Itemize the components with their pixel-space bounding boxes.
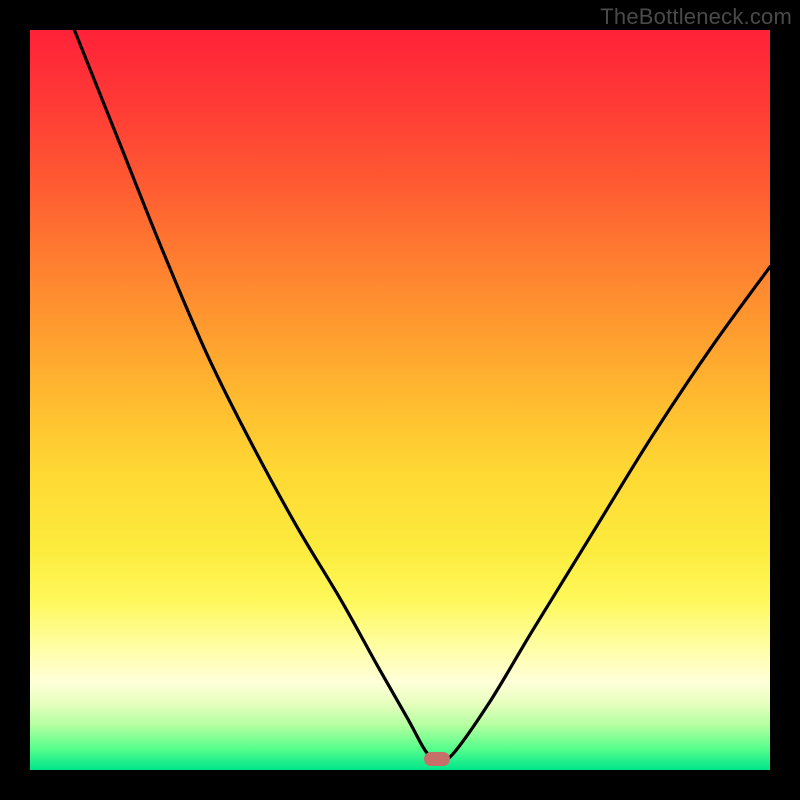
chart-frame: TheBottleneck.com bbox=[0, 0, 800, 800]
plot-area bbox=[30, 30, 770, 770]
watermark-text: TheBottleneck.com bbox=[600, 4, 792, 30]
minimum-marker bbox=[424, 752, 450, 766]
bottleneck-curve bbox=[30, 30, 770, 770]
